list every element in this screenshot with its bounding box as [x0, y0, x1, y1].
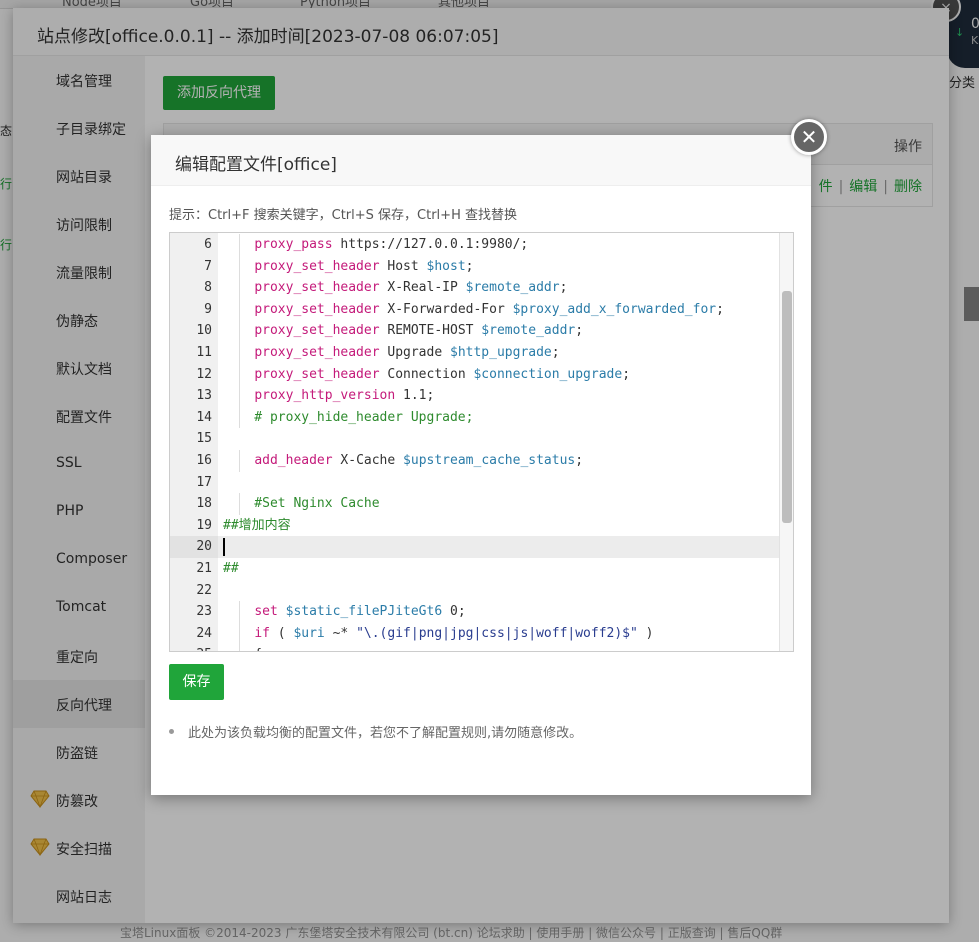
code-line[interactable]: 18 #Set Nginx Cache — [170, 493, 780, 515]
line-number: 10 — [196, 323, 212, 339]
line-number: 13 — [196, 388, 212, 404]
code-text: ##增加内容 — [223, 517, 291, 533]
text-cursor — [223, 538, 225, 557]
code-line[interactable]: 8 proxy_set_header X-Real-IP $remote_add… — [170, 277, 780, 299]
code-line[interactable]: 22 — [170, 579, 780, 602]
line-number: 22 — [196, 582, 212, 598]
code-text: proxy_pass https://127.0.0.1:9980/; — [254, 237, 529, 252]
save-button[interactable]: 保存 — [169, 664, 224, 700]
code-text: #Set Nginx Cache — [223, 496, 380, 512]
code-text: proxy_set_header REMOTE-HOST $remote_add… — [254, 323, 584, 339]
code-text: proxy_set_header Host $host; — [254, 258, 474, 274]
editor-title-bar: 编辑配置文件[office] — [151, 135, 811, 186]
line-number: 23 — [196, 604, 212, 620]
close-icon[interactable]: ✕ — [791, 119, 827, 155]
code-line[interactable]: 21 ## — [170, 558, 780, 580]
code-line[interactable]: 23 set $static_filePJiteGt6 0; — [170, 601, 780, 623]
code-line[interactable]: 11 proxy_set_header Upgrade $http_upgrad… — [170, 342, 780, 364]
code-line[interactable]: 13 proxy_http_version 1.1; — [170, 385, 780, 407]
editor-title: 编辑配置文件[office] — [175, 155, 337, 175]
code-line[interactable]: 20 — [170, 536, 780, 558]
code-line[interactable]: 7 proxy_set_header Host $host; — [170, 255, 780, 278]
code-line[interactable]: 19 ##增加内容 — [170, 514, 780, 537]
code-text: if ( $uri ~* "\.(gif|png|jpg|css|js|woff… — [254, 625, 654, 641]
code-line[interactable]: 10 proxy_set_header REMOTE-HOST $remote_… — [170, 320, 780, 342]
code-editor[interactable]: 6 proxy_pass https://127.0.0.1:9980/; 7 p… — [169, 232, 794, 652]
scrollbar-thumb[interactable] — [782, 291, 792, 523]
code-line[interactable]: 17 — [170, 471, 780, 494]
line-number: 12 — [196, 366, 212, 382]
line-number: 25 — [170, 644, 212, 651]
code-line[interactable]: 14 # proxy_hide_header Upgrade; — [170, 406, 780, 429]
code-line[interactable]: 24 if ( $uri ~* "\.(gif|png|jpg|css|js|w… — [170, 622, 780, 645]
line-number: 19 — [196, 517, 212, 533]
line-number: 20 — [196, 539, 212, 555]
code-text: ## — [223, 561, 239, 576]
code-line[interactable]: 9 proxy_set_header X-Forwarded-For $prox… — [170, 298, 780, 321]
line-number: 8 — [204, 280, 212, 296]
code-text: { — [223, 644, 262, 651]
code-line[interactable]: 25 { — [170, 644, 780, 651]
code-text: proxy_set_header X-Real-IP $remote_addr; — [254, 280, 568, 296]
code-line[interactable]: 12 proxy_set_header Connection $connecti… — [170, 363, 780, 386]
code-text: proxy_set_header X-Forwarded-For $proxy_… — [254, 301, 724, 317]
code-line[interactable]: 6 proxy_pass https://127.0.0.1:9980/; — [170, 234, 780, 256]
shortcut-tip: 提示：Ctrl+F 搜索关键字，Ctrl+S 保存，Ctrl+H 查找替换 — [169, 208, 517, 223]
line-number: 15 — [196, 431, 212, 447]
code-text: proxy_set_header Upgrade $http_upgrade; — [254, 345, 560, 360]
config-editor-modal: 编辑配置文件[office] 提示：Ctrl+F 搜索关键字，Ctrl+S 保存… — [151, 135, 811, 795]
line-number: 9 — [204, 301, 212, 317]
line-number: 21 — [196, 561, 212, 576]
code-line[interactable]: 16 add_header X-Cache $upstream_cache_st… — [170, 450, 780, 472]
line-number: 17 — [196, 474, 212, 490]
config-note: 此处为该负载均衡的配置文件，若您不了解配置规则,请勿随意修改。 — [169, 722, 582, 741]
code-text: set $static_filePJiteGt6 0; — [254, 604, 466, 620]
line-number: 7 — [204, 258, 212, 274]
line-number: 24 — [196, 625, 212, 641]
line-number: 16 — [196, 453, 212, 468]
line-number: 18 — [196, 496, 212, 512]
bullet-icon — [169, 729, 174, 734]
line-number: 6 — [204, 237, 212, 252]
code-text: proxy_http_version 1.1; — [254, 388, 435, 404]
editor-scrollbar[interactable] — [779, 233, 793, 651]
line-number: 14 — [196, 409, 212, 425]
code-line[interactable]: 15 — [170, 428, 780, 450]
code-text: add_header X-Cache $upstream_cache_statu… — [254, 453, 584, 468]
line-number: 11 — [196, 345, 212, 360]
code-text: # proxy_hide_header Upgrade; — [223, 409, 474, 425]
code-text: proxy_set_header Connection $connection_… — [254, 366, 631, 382]
